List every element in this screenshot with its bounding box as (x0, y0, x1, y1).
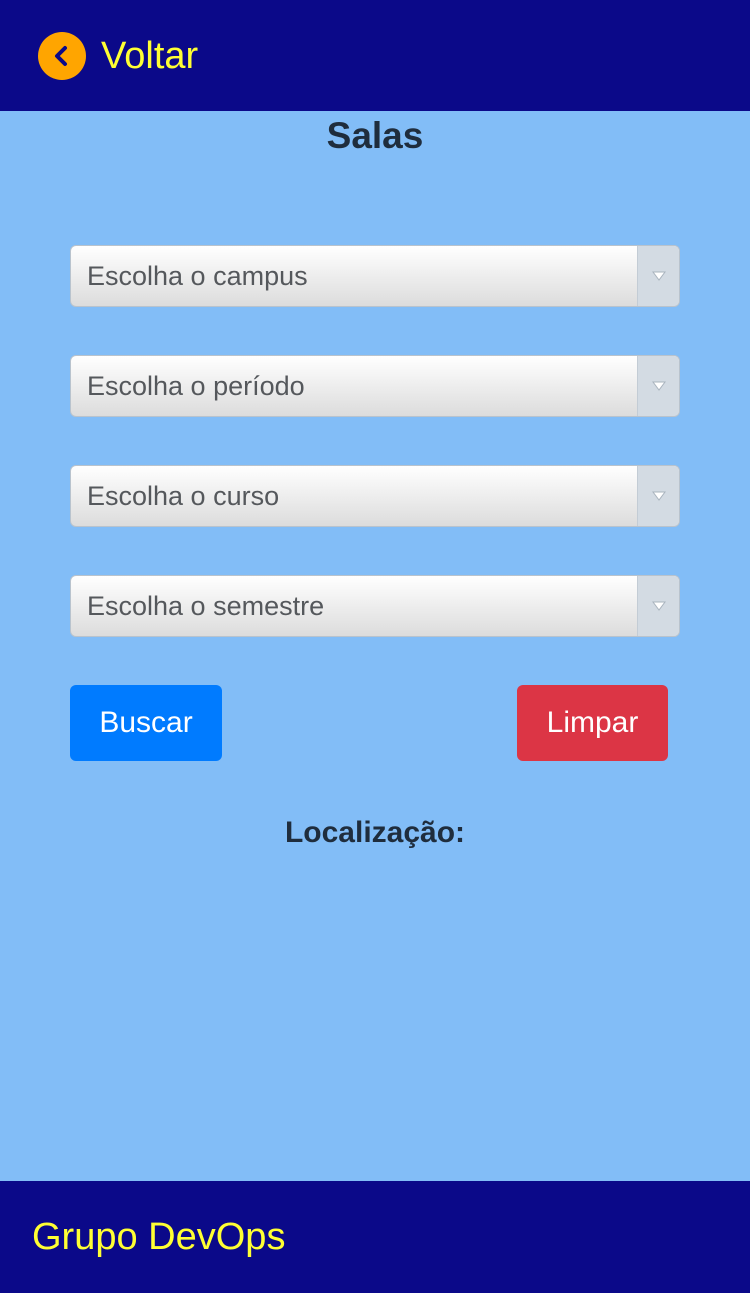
course-select-label: Escolha o curso (87, 481, 280, 511)
campus-select[interactable]: Escolha o campus (70, 245, 680, 307)
back-button[interactable]: Voltar (38, 31, 198, 81)
semester-select-label: Escolha o semestre (87, 591, 325, 621)
dropdown-arrow-icon (637, 576, 679, 636)
main-content: Salas Escolha o campus Escolha o período… (0, 111, 750, 1181)
dropdown-arrow-icon (637, 356, 679, 416)
period-select-label: Escolha o período (87, 371, 305, 401)
app-footer: Grupo DevOps (0, 1181, 750, 1293)
course-select[interactable]: Escolha o curso (70, 465, 680, 527)
semester-select[interactable]: Escolha o semestre (70, 575, 680, 637)
period-select[interactable]: Escolha o período (70, 355, 680, 417)
page-title: Salas (326, 115, 424, 156)
chevron-left-icon (38, 32, 86, 80)
campus-select-label: Escolha o campus (87, 261, 308, 291)
clear-button[interactable]: Limpar (517, 685, 668, 761)
dropdown-arrow-icon (637, 246, 679, 306)
app-header: Voltar (0, 0, 750, 111)
footer-text: Grupo DevOps (32, 1216, 286, 1258)
location-label: Localização: (284, 816, 466, 849)
back-label: Voltar (101, 35, 199, 77)
dropdown-arrow-icon (637, 466, 679, 526)
search-button[interactable]: Buscar (70, 685, 222, 761)
